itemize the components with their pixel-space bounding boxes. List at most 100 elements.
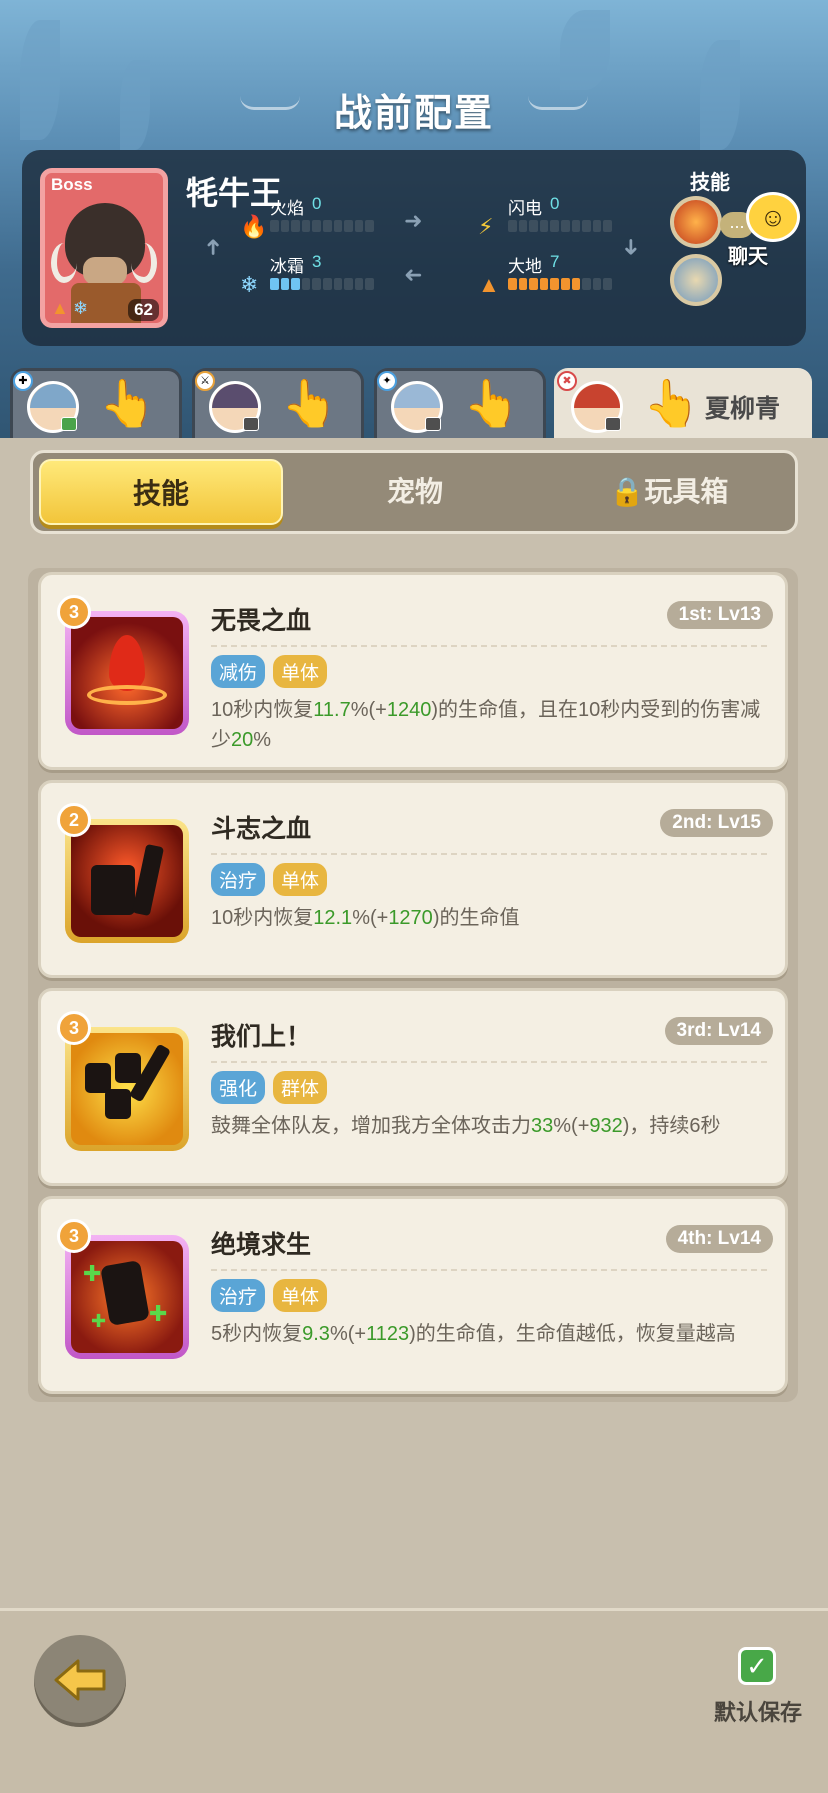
bottom-bar: ✓ 默认保存 [0, 1608, 828, 1793]
skill-tags: 减伤 单体 [211, 655, 328, 688]
skill-icon-frame [65, 819, 189, 943]
tab-label: 技能 [132, 478, 189, 509]
stat-bar-segment [312, 278, 321, 290]
stat-bar-segment [365, 220, 374, 232]
boss-tag: Boss [51, 175, 93, 194]
skill-icon-frame: ✚ ✚ ✚ [65, 1235, 189, 1359]
tap-hand-icon: 👆 [99, 377, 157, 429]
hero-tab-4[interactable]: ✖ 👆 夏柳青 [554, 368, 812, 438]
default-save-label[interactable]: 默认保存 [714, 1695, 802, 1727]
stat-bar-segment [508, 278, 517, 290]
boss-portrait-card[interactable]: Boss ▲ ❄ 62 [40, 168, 168, 328]
hero-class-badge-icon: ✦ [377, 371, 397, 391]
highlight-value: 1270 [388, 907, 433, 929]
skill-card[interactable]: 3 无畏之血 1st: Lv13 减伤 单体 10秒内恢复11.7%(+1240… [38, 572, 788, 770]
stat-bar-segment [270, 220, 279, 232]
skill-tags: 治疗 单体 [211, 1279, 328, 1312]
skill-description: 鼓舞全体队友，增加我方全体攻击力33%(+932)，持续6秒 [211, 1111, 771, 1141]
skill-card[interactable]: 2 斗志之血 2nd: Lv15 治疗 单体 10秒内恢复12.1%(+1270… [38, 780, 788, 978]
hero-name: 夏柳青 [705, 395, 781, 423]
skill-icon-frame [65, 1027, 189, 1151]
skill-tags: 强化 群体 [211, 1071, 328, 1104]
skill-name: 绝境求生 [211, 1231, 312, 1259]
tap-hand-icon: 👆 [643, 377, 701, 429]
fighting-spirit-skill-icon [71, 825, 183, 937]
skill-star-badge: 3 [57, 1011, 91, 1045]
cycle-arrow-icon: ➜ [200, 237, 226, 257]
stat-bar-segment [333, 278, 343, 290]
skill-order-level: 1st: Lv13 [666, 601, 773, 629]
skill-tag: 单体 [273, 655, 328, 688]
boss-skill-fire-orb-icon[interactable] [670, 196, 722, 248]
stat-bar-segment [539, 220, 549, 232]
stat-bar [508, 278, 612, 290]
highlight-value: 20 [231, 729, 254, 751]
config-tab-bar: 技能 宠物 🔒玩具箱 [30, 450, 798, 534]
hero-tab-2[interactable]: ⚔ 👆 [192, 368, 364, 438]
stat-value: 7 [550, 252, 560, 271]
charge-skill-icon [71, 1033, 183, 1145]
stat-bar-segment [603, 278, 612, 290]
stat-label: 闪电 [508, 199, 542, 218]
stat-bar [270, 220, 374, 232]
stat-bar-segment [291, 220, 300, 232]
skill-description: 5秒内恢复9.3%(+1123)的生命值，生命值越低，恢复量越高 [211, 1319, 771, 1349]
stat-lightning: ⚡ 闪电 0 [478, 194, 628, 239]
lightning-icon: ⚡ [478, 214, 494, 239]
hero-tab-3[interactable]: ✦ 👆 [374, 368, 546, 438]
stat-label: 冰霜 [270, 257, 304, 276]
skill-description: 10秒内恢复11.7%(+1240)的生命值，且在10秒内受到的伤害减少20% [211, 695, 771, 755]
skill-tag: 减伤 [211, 655, 266, 688]
highlight-value: 1240 [386, 699, 432, 721]
lock-icon: 🔒 [609, 476, 645, 507]
stat-bar-segment [529, 220, 538, 232]
hero-tab-1[interactable]: ✚ 👆 [10, 368, 182, 438]
desc-text: )，持续6秒 [622, 1115, 721, 1137]
default-save-checkbox[interactable]: ✓ [738, 1647, 776, 1685]
back-arrow-icon [54, 1659, 106, 1701]
skill-tag: 治疗 [211, 1279, 266, 1312]
stat-bar-segment [344, 220, 353, 232]
hero-status-icon [425, 417, 441, 431]
stat-bar-segment [312, 220, 321, 232]
skill-order-level: 2nd: Lv15 [660, 809, 773, 837]
frost-element-icon: ❄ [73, 298, 89, 318]
divider [211, 1061, 767, 1063]
stat-bar-segment [560, 220, 570, 232]
frost-icon: ❄ [240, 272, 259, 297]
hero-status-icon [61, 417, 77, 431]
boss-skill-shield-orb-icon[interactable] [670, 254, 722, 306]
stat-bar-segment [508, 220, 517, 232]
tab-pets[interactable]: 宠物 [293, 459, 537, 525]
stat-bar-segment [571, 278, 581, 290]
stat-bar-segment [280, 278, 290, 290]
stat-bar [270, 278, 374, 290]
chat-label[interactable]: 聊天 [728, 240, 768, 269]
highlight-value: 11.7 [313, 699, 351, 721]
cycle-arrow-icon: ➜ [619, 237, 645, 257]
skill-tag: 强化 [211, 1071, 266, 1104]
stat-bar-segment [365, 278, 374, 290]
stat-bar-segment [322, 220, 332, 232]
skill-icon-frame [65, 611, 189, 735]
chat-smiley-icon[interactable]: ☺ [746, 192, 800, 242]
tab-skills[interactable]: 技能 [39, 459, 283, 525]
cycle-arrow-icon: ➜ [404, 262, 423, 287]
desc-text: %(+ [352, 907, 389, 929]
stat-bar-segment [518, 278, 528, 290]
divider [211, 1269, 767, 1271]
skill-card[interactable]: ✚ ✚ ✚ 3 绝境求生 4th: Lv14 治疗 单体 5秒内恢复9.3%(+… [38, 1196, 788, 1394]
tap-hand-icon: 👆 [281, 377, 339, 429]
highlight-value: 1123 [366, 1323, 410, 1345]
skill-card[interactable]: 3 我们上！ 3rd: Lv14 强化 群体 鼓舞全体队友，增加我方全体攻击力3… [38, 988, 788, 1186]
skill-tags: 治疗 单体 [211, 863, 328, 896]
skill-list: 3 无畏之血 1st: Lv13 减伤 单体 10秒内恢复11.7%(+1240… [28, 568, 798, 1402]
stat-value: 3 [312, 252, 322, 271]
skill-description: 10秒内恢复12.1%(+1270)的生命值 [211, 903, 771, 933]
stat-bar-segment [582, 278, 591, 290]
back-button[interactable] [34, 1635, 126, 1727]
tab-toybox[interactable]: 🔒玩具箱 [547, 459, 791, 525]
skill-star-badge: 3 [57, 595, 91, 629]
boss-info-panel: Boss ▲ ❄ 62 牦牛王 🔥 火焰 0 ⚡ 闪电 0 ❄ 冰霜 3 ▲ 大… [22, 150, 806, 346]
desc-text: )的生命值，生命值越低，恢复量越高 [409, 1323, 736, 1345]
